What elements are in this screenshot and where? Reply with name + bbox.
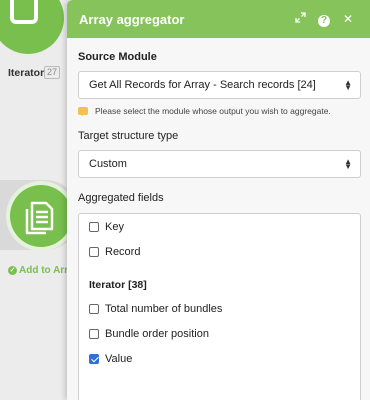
target-structure-value: Custom	[89, 158, 127, 170]
dialog-title: Array aggregator	[79, 11, 185, 27]
hint-text: Please select the module whose output yo…	[95, 106, 331, 116]
close-icon[interactable]: ✕	[336, 12, 360, 26]
iterator-module[interactable]	[0, 0, 64, 54]
select-arrows-icon: ▲ ▼	[344, 78, 352, 92]
iterator-module-label: Iterator	[8, 67, 45, 79]
help-icon[interactable]: ?	[312, 12, 336, 27]
target-structure-label: Target structure type	[78, 130, 179, 142]
field-total-bundles[interactable]: Total number of bundles	[79, 296, 360, 321]
field-label: Record	[105, 245, 141, 258]
dialog-header: Array aggregator ? ✕	[67, 0, 370, 38]
checkbox[interactable]	[89, 328, 99, 339]
checkbox-checked[interactable]	[89, 353, 99, 364]
source-module-label: Source Module	[78, 51, 157, 63]
array-aggregator-module[interactable]	[10, 185, 72, 247]
field-bundle-position[interactable]: Bundle order position	[79, 321, 360, 346]
aggregated-fields-label: Aggregated fields	[78, 192, 164, 204]
check-circle-icon: ✓	[8, 266, 17, 275]
add-to-array-label: ✓ Add to Arra	[8, 265, 74, 276]
field-value[interactable]: Value	[79, 346, 360, 371]
expand-icon[interactable]	[288, 12, 312, 26]
checkbox[interactable]	[89, 246, 99, 257]
field-label: Bundle order position	[105, 327, 209, 340]
field-key[interactable]: Key	[79, 214, 360, 239]
aggregated-fields-list[interactable]: Key Record Iterator [38] Total number of…	[78, 213, 361, 400]
iterator-icon	[10, 0, 38, 24]
hint-bubble-icon	[78, 107, 88, 116]
field-label: Key	[105, 220, 124, 233]
field-record[interactable]: Record	[79, 239, 360, 264]
aggregator-icon	[25, 201, 54, 235]
array-aggregator-dialog: Array aggregator ? ✕ Source Module Get A…	[67, 0, 370, 400]
iterator-group-title: Iterator [38]	[89, 279, 147, 291]
iterator-module-badge: 27	[44, 66, 61, 79]
source-module-value: Get All Records for Array - Search recor…	[89, 79, 316, 91]
source-module-select[interactable]: Get All Records for Array - Search recor…	[78, 71, 361, 99]
dialog-body: Source Module Get All Records for Array …	[67, 51, 370, 400]
checkbox[interactable]	[89, 221, 99, 232]
target-structure-select[interactable]: Custom ▲ ▼	[78, 150, 361, 178]
field-label: Value	[105, 352, 133, 365]
source-module-hint: Please select the module whose output yo…	[78, 106, 361, 116]
select-arrows-icon: ▲ ▼	[344, 157, 352, 171]
checkbox[interactable]	[89, 303, 99, 314]
field-label: Total number of bundles	[105, 302, 223, 315]
